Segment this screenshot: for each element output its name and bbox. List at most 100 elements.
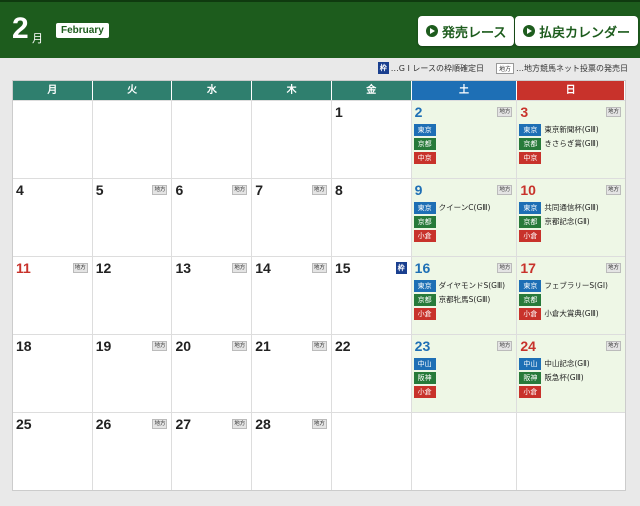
race-name[interactable]: 阪急杯(GⅢ) bbox=[544, 372, 583, 383]
calendar-day-cell[interactable]: 4 bbox=[13, 179, 93, 256]
race-entry[interactable]: 中山 bbox=[413, 357, 439, 370]
calendar-day-cell[interactable]: 24 地方 中山 中山記念(GⅡ) 阪神 阪急杯(GⅢ) 小倉 bbox=[517, 335, 625, 412]
venue-badge[interactable]: 東京 bbox=[413, 279, 436, 292]
venue-badge[interactable]: 京都 bbox=[519, 137, 542, 150]
calendar-day-cell[interactable]: 1 bbox=[331, 101, 412, 178]
day-number: 2 bbox=[414, 104, 423, 120]
calendar-day-cell[interactable]: 8 bbox=[331, 179, 412, 256]
venue-badge[interactable]: 中京 bbox=[413, 151, 436, 164]
race-entry[interactable]: 京都 bbox=[519, 293, 608, 306]
race-entry[interactable]: 小倉 bbox=[519, 229, 598, 242]
venue-badge[interactable]: 阪神 bbox=[413, 371, 436, 384]
race-name[interactable]: 小倉大賞典(GⅢ) bbox=[544, 308, 598, 319]
calendar-day-cell[interactable]: 25 bbox=[13, 413, 93, 490]
race-entry[interactable]: 小倉 bbox=[413, 385, 439, 398]
venue-badge[interactable]: 小倉 bbox=[413, 385, 436, 398]
race-list: 東京 クイーンC(GⅢ) 京都 小倉 bbox=[413, 201, 491, 243]
calendar-day-cell[interactable]: 6 地方 bbox=[172, 179, 253, 256]
race-entry[interactable]: 中京 bbox=[413, 151, 439, 164]
race-name[interactable]: 京都記念(GⅡ) bbox=[544, 216, 589, 227]
venue-badge[interactable]: 京都 bbox=[413, 215, 436, 228]
calendar-day-cell[interactable]: 14 地方 bbox=[252, 257, 332, 334]
race-entry[interactable]: 京都 bbox=[413, 215, 491, 228]
venue-badge[interactable]: 東京 bbox=[413, 201, 436, 214]
venue-badge[interactable]: 東京 bbox=[519, 279, 542, 292]
race-entry[interactable]: 小倉 bbox=[413, 307, 505, 320]
race-entry[interactable]: 小倉 小倉大賞典(GⅢ) bbox=[519, 307, 608, 320]
venue-badge[interactable]: 小倉 bbox=[413, 307, 436, 320]
venue-badge[interactable]: 中京 bbox=[519, 151, 542, 164]
race-name[interactable]: 共同通信杯(GⅢ) bbox=[544, 202, 598, 213]
race-entry[interactable]: 京都 京都記念(GⅡ) bbox=[519, 215, 598, 228]
calendar-day-cell[interactable]: 16 地方 東京 ダイヤモンドS(GⅢ) 京都 京都牝馬S(GⅢ) 小倉 bbox=[411, 257, 518, 334]
calendar-day-cell[interactable]: 18 bbox=[13, 335, 93, 412]
calendar-day-cell[interactable]: 20 地方 bbox=[172, 335, 253, 412]
race-entry[interactable]: 東京 bbox=[413, 123, 439, 136]
venue-badge[interactable]: 小倉 bbox=[519, 229, 542, 242]
calendar-day-cell[interactable]: 28 地方 bbox=[252, 413, 332, 490]
race-entry[interactable]: 東京 ダイヤモンドS(GⅢ) bbox=[413, 279, 505, 292]
race-entry[interactable]: 東京 共同通信杯(GⅢ) bbox=[519, 201, 599, 214]
race-entry[interactable]: 東京 フェブラリーS(GⅠ) bbox=[519, 279, 608, 292]
calendar-day-cell[interactable]: 19 地方 bbox=[92, 335, 173, 412]
venue-badge[interactable]: 中山 bbox=[413, 357, 436, 370]
race-name[interactable]: きさらぎ賞(GⅢ) bbox=[544, 138, 598, 149]
race-name[interactable]: 東京新聞杯(GⅢ) bbox=[544, 124, 598, 135]
race-entry[interactable]: 東京 クイーンC(GⅢ) bbox=[413, 201, 491, 214]
calendar-day-cell[interactable]: 7 地方 bbox=[252, 179, 332, 256]
race-entry[interactable]: 京都 bbox=[413, 137, 439, 150]
venue-badge[interactable]: 小倉 bbox=[519, 307, 542, 320]
day-number: 25 bbox=[16, 416, 32, 432]
race-name[interactable]: フェブラリーS(GⅠ) bbox=[544, 280, 608, 291]
calendar-day-cell[interactable]: 13 地方 bbox=[172, 257, 253, 334]
venue-badge[interactable]: 中山 bbox=[519, 357, 542, 370]
calendar-day-cell[interactable]: 9 地方 東京 クイーンC(GⅢ) 京都 小倉 bbox=[411, 179, 518, 256]
venue-badge[interactable]: 京都 bbox=[519, 293, 542, 306]
race-name[interactable]: クイーンC(GⅢ) bbox=[439, 202, 491, 213]
race-name[interactable]: ダイヤモンドS(GⅢ) bbox=[439, 280, 505, 291]
race-entry[interactable]: 小倉 bbox=[413, 229, 491, 242]
chiho-badge: 地方 bbox=[311, 263, 327, 273]
venue-badge[interactable]: 小倉 bbox=[413, 229, 436, 242]
chiho-badge: 地方 bbox=[497, 185, 513, 195]
race-entry[interactable]: 中山 中山記念(GⅡ) bbox=[519, 357, 590, 370]
race-entry[interactable]: 阪神 阪急杯(GⅢ) bbox=[519, 371, 589, 384]
weekday-header: 月 bbox=[13, 81, 93, 100]
calendar-day-cell bbox=[411, 413, 518, 490]
race-entry[interactable]: 阪神 bbox=[413, 371, 439, 384]
venue-badge[interactable]: 東京 bbox=[413, 123, 436, 136]
calendar-week-row: 11 地方 12 13 地方 14 地方 15 枠 16 地方 東京 ダイヤモンドS(GⅢ) 京都 京都牝馬… bbox=[13, 256, 625, 334]
race-entry[interactable]: 小倉 bbox=[519, 385, 589, 398]
chiho-badge: 地方 bbox=[605, 107, 621, 117]
race-sales-button[interactable]: 発売レース bbox=[418, 16, 515, 46]
payout-calendar-button[interactable]: 払戻カレンダー bbox=[515, 16, 639, 46]
calendar-day-cell[interactable]: 11 地方 bbox=[13, 257, 93, 334]
calendar-day-cell[interactable]: 2 地方 東京 京都 中京 bbox=[411, 101, 518, 178]
venue-badge[interactable]: 東京 bbox=[519, 123, 542, 136]
race-entry[interactable]: 東京 東京新聞杯(GⅢ) bbox=[519, 123, 599, 136]
race-entry[interactable]: 京都 京都牝馬S(GⅢ) bbox=[413, 293, 505, 306]
calendar-day-cell[interactable]: 10 地方 東京 共同通信杯(GⅢ) 京都 京都記念(GⅡ) 小倉 bbox=[517, 179, 625, 256]
calendar-day-cell[interactable]: 26 地方 bbox=[92, 413, 173, 490]
race-entry[interactable]: 京都 きさらぎ賞(GⅢ) bbox=[519, 137, 599, 150]
venue-badge[interactable]: 阪神 bbox=[519, 371, 542, 384]
waku-badge: 枠 bbox=[395, 262, 407, 274]
calendar-day-cell[interactable]: 3 地方 東京 東京新聞杯(GⅢ) 京都 きさらぎ賞(GⅢ) 中京 bbox=[517, 101, 625, 178]
day-number: 24 bbox=[520, 338, 536, 354]
calendar-day-cell[interactable]: 15 枠 bbox=[331, 257, 412, 334]
venue-badge[interactable]: 小倉 bbox=[519, 385, 542, 398]
venue-badge[interactable]: 京都 bbox=[519, 215, 542, 228]
calendar-day-cell[interactable]: 21 地方 bbox=[252, 335, 332, 412]
calendar-day-cell[interactable]: 5 地方 bbox=[92, 179, 173, 256]
venue-badge[interactable]: 京都 bbox=[413, 293, 436, 306]
venue-badge[interactable]: 東京 bbox=[519, 201, 542, 214]
race-entry[interactable]: 中京 bbox=[519, 151, 598, 164]
race-name[interactable]: 京都牝馬S(GⅢ) bbox=[439, 294, 491, 305]
calendar-day-cell[interactable]: 27 地方 bbox=[172, 413, 253, 490]
race-name[interactable]: 中山記念(GⅡ) bbox=[544, 358, 589, 369]
calendar-day-cell[interactable]: 23 地方 中山 阪神 小倉 bbox=[411, 335, 518, 412]
calendar-day-cell[interactable]: 22 bbox=[331, 335, 412, 412]
calendar-day-cell[interactable]: 12 bbox=[92, 257, 173, 334]
calendar-day-cell[interactable]: 17 地方 東京 フェブラリーS(GⅠ) 京都 小倉 小倉大賞典(GⅢ) bbox=[517, 257, 625, 334]
venue-badge[interactable]: 京都 bbox=[413, 137, 436, 150]
